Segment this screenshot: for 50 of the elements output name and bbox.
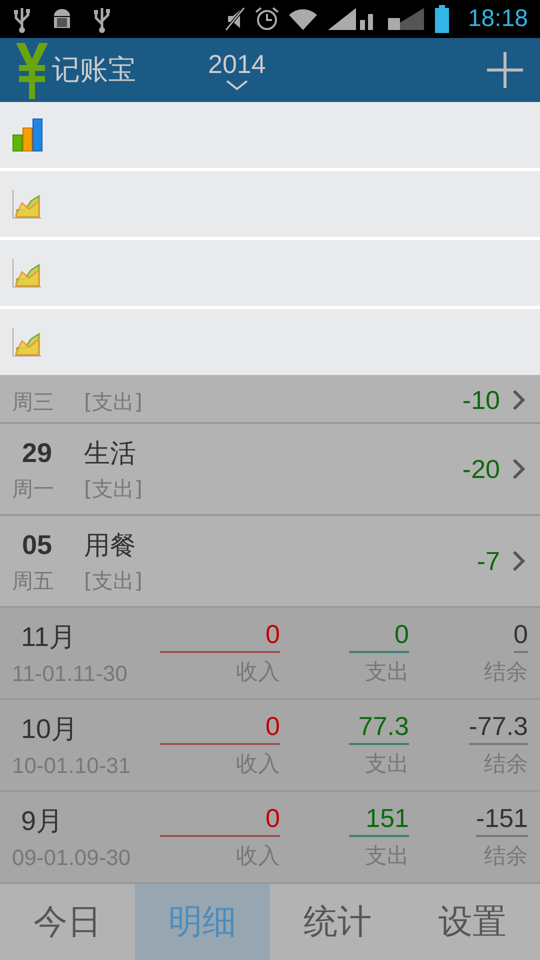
- menu-item[interactable]: [0, 240, 540, 306]
- entry-weekday: 周三: [12, 389, 55, 416]
- area-chart-icon: [12, 189, 42, 219]
- yen-logo-icon: [14, 41, 50, 99]
- chevron-right-icon: [512, 550, 526, 572]
- entry-day: 05: [12, 530, 62, 560]
- balance-value: -151: [476, 803, 528, 837]
- year-selector[interactable]: 2014: [208, 49, 266, 91]
- entry-weekday: 周一: [12, 476, 55, 502]
- plus-icon: [486, 51, 524, 89]
- income-value: 0: [160, 803, 280, 837]
- menu-item[interactable]: [0, 171, 540, 237]
- bar-chart-icon: [12, 118, 44, 152]
- month-label: 9月: [21, 805, 64, 838]
- mute-icon: [224, 6, 246, 32]
- expense-value: 77.3: [349, 711, 409, 745]
- entry-amount: -7: [476, 546, 500, 576]
- battery-icon: [434, 5, 450, 33]
- balance-value: -77.3: [468, 711, 528, 745]
- entry-amount: -20: [462, 454, 500, 484]
- chevron-right-icon: [512, 458, 526, 480]
- entry-day: 29: [12, 438, 62, 468]
- menu-item[interactable]: [0, 102, 540, 168]
- signal-icon: [386, 6, 426, 32]
- app-title: 记账宝: [52, 52, 136, 88]
- balance-value: 0: [514, 619, 528, 653]
- area-chart-icon: [12, 327, 42, 357]
- expense-value: 0: [349, 619, 409, 653]
- tab[interactable]: 设置: [405, 884, 540, 960]
- month-label: 11月: [21, 621, 78, 654]
- entry-amount: -10: [462, 384, 500, 416]
- income-value: 0: [160, 619, 280, 653]
- chevron-down-icon: [224, 79, 249, 91]
- expense-value: 151: [349, 803, 409, 837]
- tab[interactable]: 今日: [0, 884, 135, 960]
- entry-category: 用餐: [84, 530, 136, 562]
- area-chart-icon: [12, 258, 42, 288]
- chevron-right-icon: [512, 389, 526, 411]
- alarm-icon: [254, 6, 280, 32]
- tab[interactable]: 统计: [270, 884, 405, 960]
- entry-type: [支出]: [84, 389, 142, 416]
- wifi-icon: [288, 7, 318, 31]
- income-value: 0: [160, 711, 280, 745]
- entry-type: [支出]: [84, 568, 142, 594]
- menu-item[interactable]: [0, 309, 540, 375]
- entry-weekday: 周五: [12, 568, 55, 594]
- clock-time: 18:18: [468, 5, 528, 33]
- entry-category: 生活: [84, 438, 136, 470]
- month-label: 10月: [21, 713, 80, 746]
- entry-type: [支出]: [84, 476, 142, 502]
